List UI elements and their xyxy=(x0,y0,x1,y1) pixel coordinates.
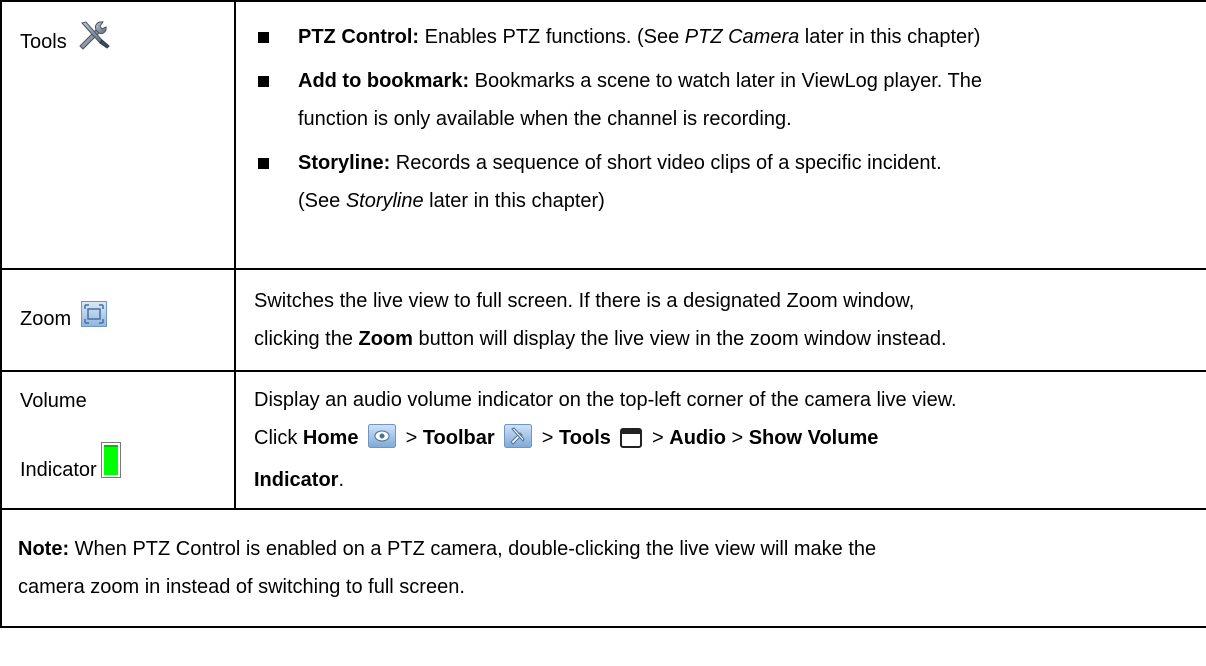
menu-home: Home xyxy=(302,427,359,449)
bullet-text: Records a sequence of short video clips … xyxy=(390,152,942,174)
fullscreen-icon xyxy=(80,301,107,340)
window-icon xyxy=(620,423,643,461)
bullet-italic: Storyline xyxy=(345,190,424,212)
list-item: Storyline: Records a sequence of short v… xyxy=(254,144,1206,220)
table-row-note: Note: When PTZ Control is enabled on a P… xyxy=(0,508,1206,628)
text: > xyxy=(400,427,423,449)
table-row-tools: Tools PTZ Control: Enables PTZ functions… xyxy=(0,0,1206,270)
eye-icon xyxy=(368,423,397,461)
text: Indicator xyxy=(20,459,97,481)
bullet-text-line2: function is only available when the chan… xyxy=(298,108,792,130)
feature-table: Tools PTZ Control: Enables PTZ functions… xyxy=(0,0,1206,628)
text: . xyxy=(338,469,345,491)
bullet-term: Add to bookmark: xyxy=(298,70,470,92)
text: > xyxy=(725,427,749,449)
menu-tools: Tools xyxy=(559,427,611,449)
bullet-italic: PTZ Camera xyxy=(684,26,800,48)
table-row-zoom: Zoom Switches the live view to full scre… xyxy=(0,268,1206,372)
tools-cell: Tools xyxy=(0,0,236,270)
list-item: PTZ Control: Enables PTZ functions. (See… xyxy=(254,18,1206,56)
text: When PTZ Control is enabled on a PTZ cam… xyxy=(69,538,877,560)
note-cell: Note: When PTZ Control is enabled on a P… xyxy=(0,508,1206,628)
zoom-text-line1: Switches the live view to full screen. I… xyxy=(254,290,915,312)
note-line1: Note: When PTZ Control is enabled on a P… xyxy=(18,530,1206,568)
zoom-description: Switches the live view to full screen. I… xyxy=(234,268,1206,372)
volume-label-line1: Volume xyxy=(20,390,87,412)
zoom-bold: Zoom xyxy=(358,328,413,350)
bullet-text-line2: (See Storyline later in this chapter) xyxy=(298,182,1206,220)
volume-text-line2: Click Home > Toolbar > Tools > Audio > S… xyxy=(254,419,1206,461)
tools-bullet-list: PTZ Control: Enables PTZ functions. (See… xyxy=(254,2,1206,236)
zoom-label: Zoom xyxy=(20,308,72,330)
wrench-screwdriver-icon xyxy=(76,20,111,63)
text: > xyxy=(536,427,560,449)
bullet-text: Bookmarks a scene to watch later in View… xyxy=(469,70,982,92)
bullet-text: (See xyxy=(298,190,346,212)
text: button will display the live view in the… xyxy=(412,328,947,350)
bullet-term: Storyline: xyxy=(298,152,391,174)
zoom-text-line2: clicking the Zoom button will display th… xyxy=(254,320,1206,358)
bullet-text: later in this chapter) xyxy=(799,26,981,48)
text: Click xyxy=(254,427,303,449)
volume-description: Display an audio volume indicator on the… xyxy=(234,370,1206,510)
note-line2: camera zoom in instead of switching to f… xyxy=(18,576,465,598)
text: clicking the xyxy=(254,328,359,350)
note-label: Note: xyxy=(18,538,70,560)
list-item: Add to bookmark: Bookmarks a scene to wa… xyxy=(254,62,1206,138)
volume-text-line1: Display an audio volume indicator on the… xyxy=(254,389,957,411)
bullet-text: later in this chapter) xyxy=(423,190,605,212)
tools-description: PTZ Control: Enables PTZ functions. (See… xyxy=(234,0,1206,270)
volume-cell: Volume Indicator xyxy=(0,370,236,510)
tools-label: Tools xyxy=(20,31,67,53)
bullet-text: Enables PTZ functions. (See xyxy=(419,26,685,48)
volume-indicator-icon xyxy=(100,442,121,491)
table-row-volume: Volume Indicator Display an audio volume… xyxy=(0,370,1206,510)
bullet-term: PTZ Control: xyxy=(298,26,420,48)
menu-audio: Audio xyxy=(669,427,726,449)
volume-text-line3: Indicator. xyxy=(254,461,1206,499)
volume-label-line2: Indicator xyxy=(20,442,234,491)
tools-icon xyxy=(504,423,533,461)
menu-show-volume: Show Volume xyxy=(748,427,879,449)
menu-indicator: Indicator xyxy=(254,469,339,491)
zoom-cell: Zoom xyxy=(0,268,236,372)
menu-toolbar: Toolbar xyxy=(422,427,495,449)
text: > xyxy=(646,427,670,449)
